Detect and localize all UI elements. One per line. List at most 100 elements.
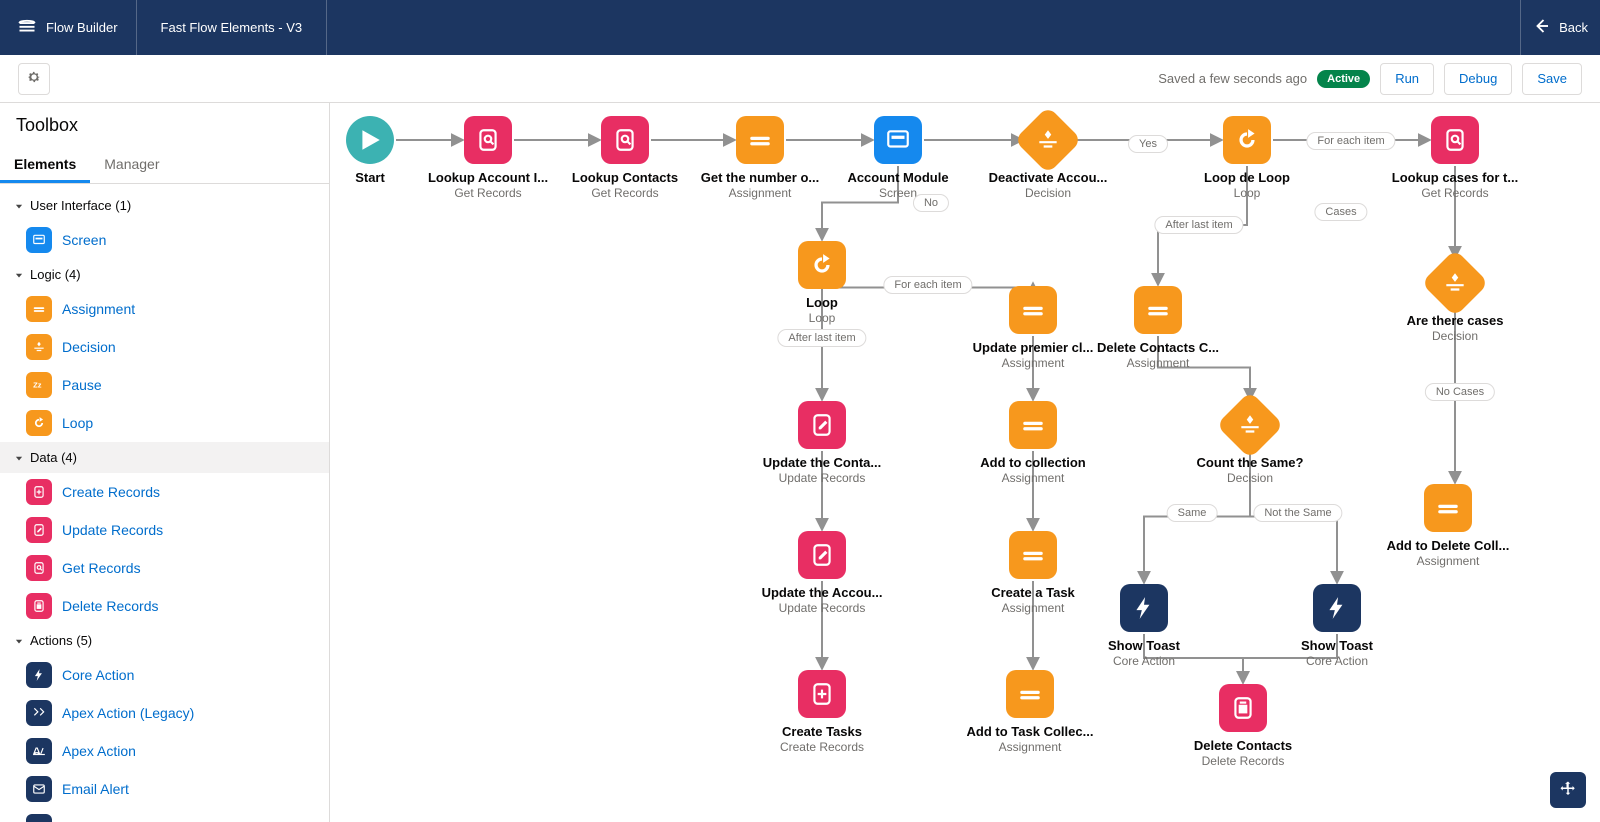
debug-button[interactable]: Debug (1444, 63, 1512, 95)
connector-label[interactable]: For each item (883, 276, 972, 294)
node-label: Loop (806, 295, 838, 310)
toolbar: Saved a few seconds ago Active Run Debug… (0, 55, 1600, 103)
flow-node[interactable]: Update the Accou... Update Records (742, 531, 902, 615)
flow-canvas[interactable]: Start Lookup Account I... Get Records Lo… (330, 103, 1600, 822)
tab-elements[interactable]: Elements (0, 146, 90, 183)
node-subtype: Assignment (1002, 471, 1065, 485)
toolbox-item[interactable]: Pause (12, 366, 329, 404)
flow-node[interactable]: Count the Same? Decision (1170, 401, 1330, 485)
connector-label[interactable]: No Cases (1425, 383, 1495, 401)
toolbox-item-label: Loop (62, 415, 93, 431)
node-subtype: Get Records (454, 186, 521, 200)
group-label: User Interface (1) (30, 198, 131, 213)
node-shape (1216, 391, 1284, 459)
toolbox-item-label: Apex Action (Legacy) (62, 705, 194, 721)
toolbox-item[interactable]: Apex Action (12, 732, 329, 770)
back-button[interactable]: Back (1520, 0, 1600, 55)
flow-node[interactable]: Get the number o... Assignment (680, 116, 840, 200)
connector-label[interactable]: After last item (1154, 216, 1243, 234)
flow-node[interactable]: Show Toast Core Action (1064, 584, 1224, 668)
save-button[interactable]: Save (1522, 63, 1582, 95)
group-header[interactable]: Actions (5) (0, 625, 329, 656)
toolbox-item[interactable]: Core Action (12, 656, 329, 694)
apexl-icon (26, 700, 52, 726)
toolbox-item[interactable]: Email Alert (12, 770, 329, 808)
connector-label[interactable]: No (913, 194, 949, 212)
node-label: Loop de Loop (1204, 170, 1290, 185)
screen-icon (885, 127, 911, 153)
connector-label[interactable]: After last item (777, 329, 866, 347)
connector-label[interactable]: Not the Same (1253, 504, 1342, 522)
node-label: Lookup Account I... (428, 170, 548, 185)
node-shape (346, 116, 394, 164)
node-label: Add to Task Collec... (967, 724, 1094, 739)
create-icon (809, 681, 835, 707)
toolbox-item[interactable]: Loop (12, 404, 329, 442)
node-label: Create Tasks (782, 724, 862, 739)
canvas-move-button[interactable] (1550, 772, 1586, 808)
node-label: Add to collection (980, 455, 1085, 470)
node-label: Count the Same? (1197, 455, 1304, 470)
connector-label[interactable]: Cases (1314, 203, 1367, 221)
connector-label[interactable]: For each item (1306, 132, 1395, 150)
flow-node[interactable]: Update the Conta... Update Records (742, 401, 902, 485)
brand-block[interactable]: Flow Builder (0, 0, 137, 55)
flow-node[interactable]: Account Module Screen (818, 116, 978, 200)
flow-node[interactable]: Add to Task Collec... Assignment (950, 670, 1110, 754)
flow-node[interactable]: Show Toast Core Action (1257, 584, 1417, 668)
node-shape (1219, 684, 1267, 732)
tab-manager[interactable]: Manager (90, 146, 173, 183)
toolbox-item[interactable]: Decision (12, 328, 329, 366)
toolbox-item[interactable]: Delete Records (12, 587, 329, 625)
flow-node[interactable]: Loop de Loop Loop (1167, 116, 1327, 200)
flow-node[interactable]: Lookup Account I... Get Records (408, 116, 568, 200)
get-icon (1442, 127, 1468, 153)
group-header[interactable]: Data (4) (0, 442, 329, 473)
group-header[interactable]: User Interface (1) (0, 190, 329, 221)
flow-node[interactable]: Create Tasks Create Records (742, 670, 902, 754)
pause-icon (26, 372, 52, 398)
bolt-icon (26, 662, 52, 688)
flow-node[interactable]: Are there cases Decision (1375, 259, 1535, 343)
node-shape (601, 116, 649, 164)
node-subtype: Update Records (779, 601, 866, 615)
flow-node[interactable]: Deactivate Accou... Decision (968, 116, 1128, 200)
node-subtype: Decision (1025, 186, 1071, 200)
toolbox-item[interactable]: Assignment (12, 290, 329, 328)
node-shape (1014, 106, 1082, 174)
connector-label[interactable]: Same (1167, 504, 1218, 522)
connector-label[interactable]: Yes (1128, 135, 1168, 153)
delete-icon (1230, 695, 1256, 721)
node-label: Update the Accou... (762, 585, 883, 600)
decision-icon (1442, 270, 1468, 296)
run-button[interactable]: Run (1380, 63, 1434, 95)
flow-node[interactable]: Loop Loop (742, 241, 902, 325)
node-label: Start (355, 170, 385, 185)
node-subtype: Assignment (729, 186, 792, 200)
toolbox-item[interactable]: Update Records (12, 511, 329, 549)
settings-button[interactable] (18, 63, 50, 95)
node-shape (464, 116, 512, 164)
toolbox-item[interactable]: Get Records (12, 549, 329, 587)
app-header: Flow Builder Fast Flow Elements - V3 Bac… (0, 0, 1600, 55)
flow-node[interactable]: Add to collection Assignment (953, 401, 1113, 485)
flow-node[interactable]: Delete Contacts Delete Records (1163, 684, 1323, 768)
group-label: Actions (5) (30, 633, 92, 648)
flow-node[interactable]: Delete Contacts C... Assignment (1078, 286, 1238, 370)
flow-title[interactable]: Fast Flow Elements - V3 (137, 0, 328, 55)
toolbox-item[interactable]: Apex Action (Legacy) (12, 694, 329, 732)
play-icon (357, 127, 383, 153)
group-header[interactable]: Logic (4) (0, 259, 329, 290)
toolbox-item[interactable]: Create Records (12, 473, 329, 511)
node-label: Delete Contacts C... (1097, 340, 1219, 355)
flow-node[interactable]: Lookup cases for t... Get Records (1375, 116, 1535, 200)
node-shape (736, 116, 784, 164)
node-label: Update the Conta... (763, 455, 881, 470)
node-subtype: Assignment (999, 740, 1062, 754)
toolbox-item[interactable]: Subflow (12, 808, 329, 822)
toolbox-item[interactable]: Screen (12, 221, 329, 259)
assign-icon (1020, 297, 1046, 323)
node-subtype: Get Records (591, 186, 658, 200)
toolbox-item-label: Email Alert (62, 781, 129, 797)
flow-node[interactable]: Add to Delete Coll... Assignment (1368, 484, 1528, 568)
